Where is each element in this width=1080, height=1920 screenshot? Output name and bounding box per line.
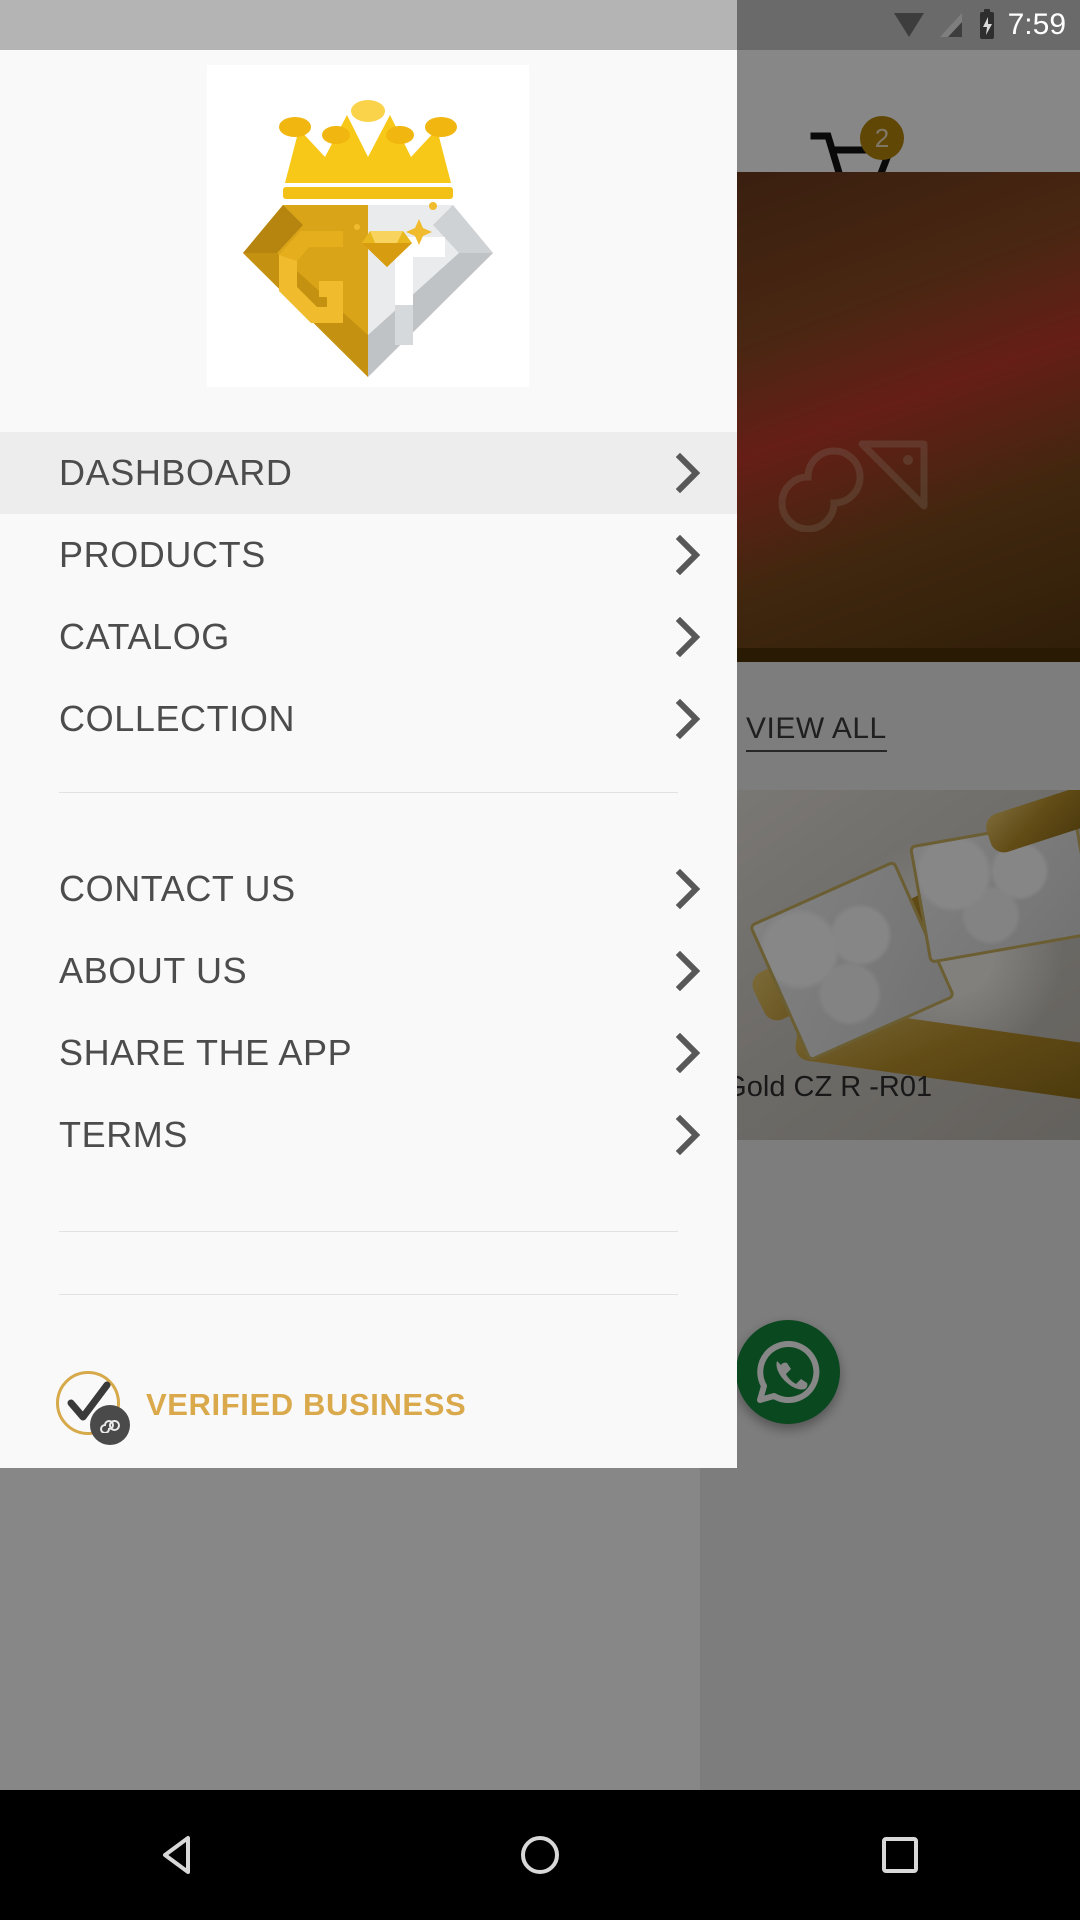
drawer-item-collection[interactable]: COLLECTION <box>0 678 737 760</box>
drawer-item-label: TERMS <box>59 1114 188 1155</box>
navigation-drawer: DASHBOARD PRODUCTS CATALOG COLLECTION CO… <box>0 50 737 1468</box>
verified-mark <box>56 1371 130 1445</box>
spacer <box>0 793 737 848</box>
status-bar: 7:59 <box>0 0 1080 50</box>
spacer <box>0 1232 737 1294</box>
spacer <box>0 1295 737 1357</box>
brand-logo <box>207 65 529 387</box>
crown-diamond-gd-logo <box>243 100 493 377</box>
drawer-item-label: COLLECTION <box>59 698 296 739</box>
home-circle-icon <box>521 1836 559 1874</box>
status-bar-time: 7:59 <box>1007 8 1066 41</box>
drawer-secondary-menu: CONTACT US ABOUT US SHARE THE APP TERMS <box>0 848 737 1176</box>
drawer-header <box>0 50 737 432</box>
verified-business-label: VERIFIED BUSINESS <box>146 1387 467 1422</box>
chevron-right-icon <box>676 1033 701 1073</box>
infinity-badge <box>90 1405 130 1445</box>
chevron-right-icon <box>676 453 701 493</box>
cell-signal-icon <box>939 13 962 37</box>
nav-back-button[interactable] <box>135 1810 225 1900</box>
spacer <box>0 1176 737 1231</box>
status-bar-icons: 7:59 <box>892 0 1066 50</box>
drawer-item-label: ABOUT US <box>59 950 248 991</box>
chevron-right-icon <box>676 951 701 991</box>
drawer-item-label: SHARE THE APP <box>59 1032 353 1073</box>
android-nav-bar <box>0 1790 1080 1920</box>
infinity-icon <box>100 1420 120 1433</box>
drawer-item-label: PRODUCTS <box>59 534 266 575</box>
drawer-item-products[interactable]: PRODUCTS <box>0 514 737 596</box>
drawer-item-label: CATALOG <box>59 616 230 657</box>
drawer-item-about-us[interactable]: ABOUT US <box>0 930 737 1012</box>
drawer-primary-menu: DASHBOARD PRODUCTS CATALOG COLLECTION <box>0 432 737 760</box>
drawer-item-label: CONTACT US <box>59 868 296 909</box>
recents-square-icon <box>882 1837 918 1873</box>
back-triangle-icon <box>163 1836 190 1874</box>
diamond-silver-part <box>368 205 493 377</box>
chevron-right-icon <box>676 699 701 739</box>
chevron-right-icon <box>676 869 701 909</box>
verified-business-badge: VERIFIED BUSINESS <box>0 1357 737 1453</box>
battery-charging-icon <box>979 9 994 39</box>
nav-home-button[interactable] <box>495 1810 585 1900</box>
chevron-right-icon <box>676 1115 701 1155</box>
spacer <box>0 760 737 792</box>
drawer-item-label: DASHBOARD <box>59 452 293 493</box>
wifi-icon <box>893 13 924 37</box>
nav-recents-button[interactable] <box>855 1810 945 1900</box>
drawer-item-terms[interactable]: TERMS <box>0 1094 737 1176</box>
drawer-item-contact-us[interactable]: CONTACT US <box>0 848 737 930</box>
drawer-item-share-the-app[interactable]: SHARE THE APP <box>0 1012 737 1094</box>
drawer-item-dashboard[interactable]: DASHBOARD <box>0 432 737 514</box>
chevron-right-icon <box>676 535 701 575</box>
crown-part <box>279 100 457 199</box>
chevron-right-icon <box>676 617 701 657</box>
drawer-item-catalog[interactable]: CATALOG <box>0 596 737 678</box>
diamond-gold-part <box>243 205 368 377</box>
